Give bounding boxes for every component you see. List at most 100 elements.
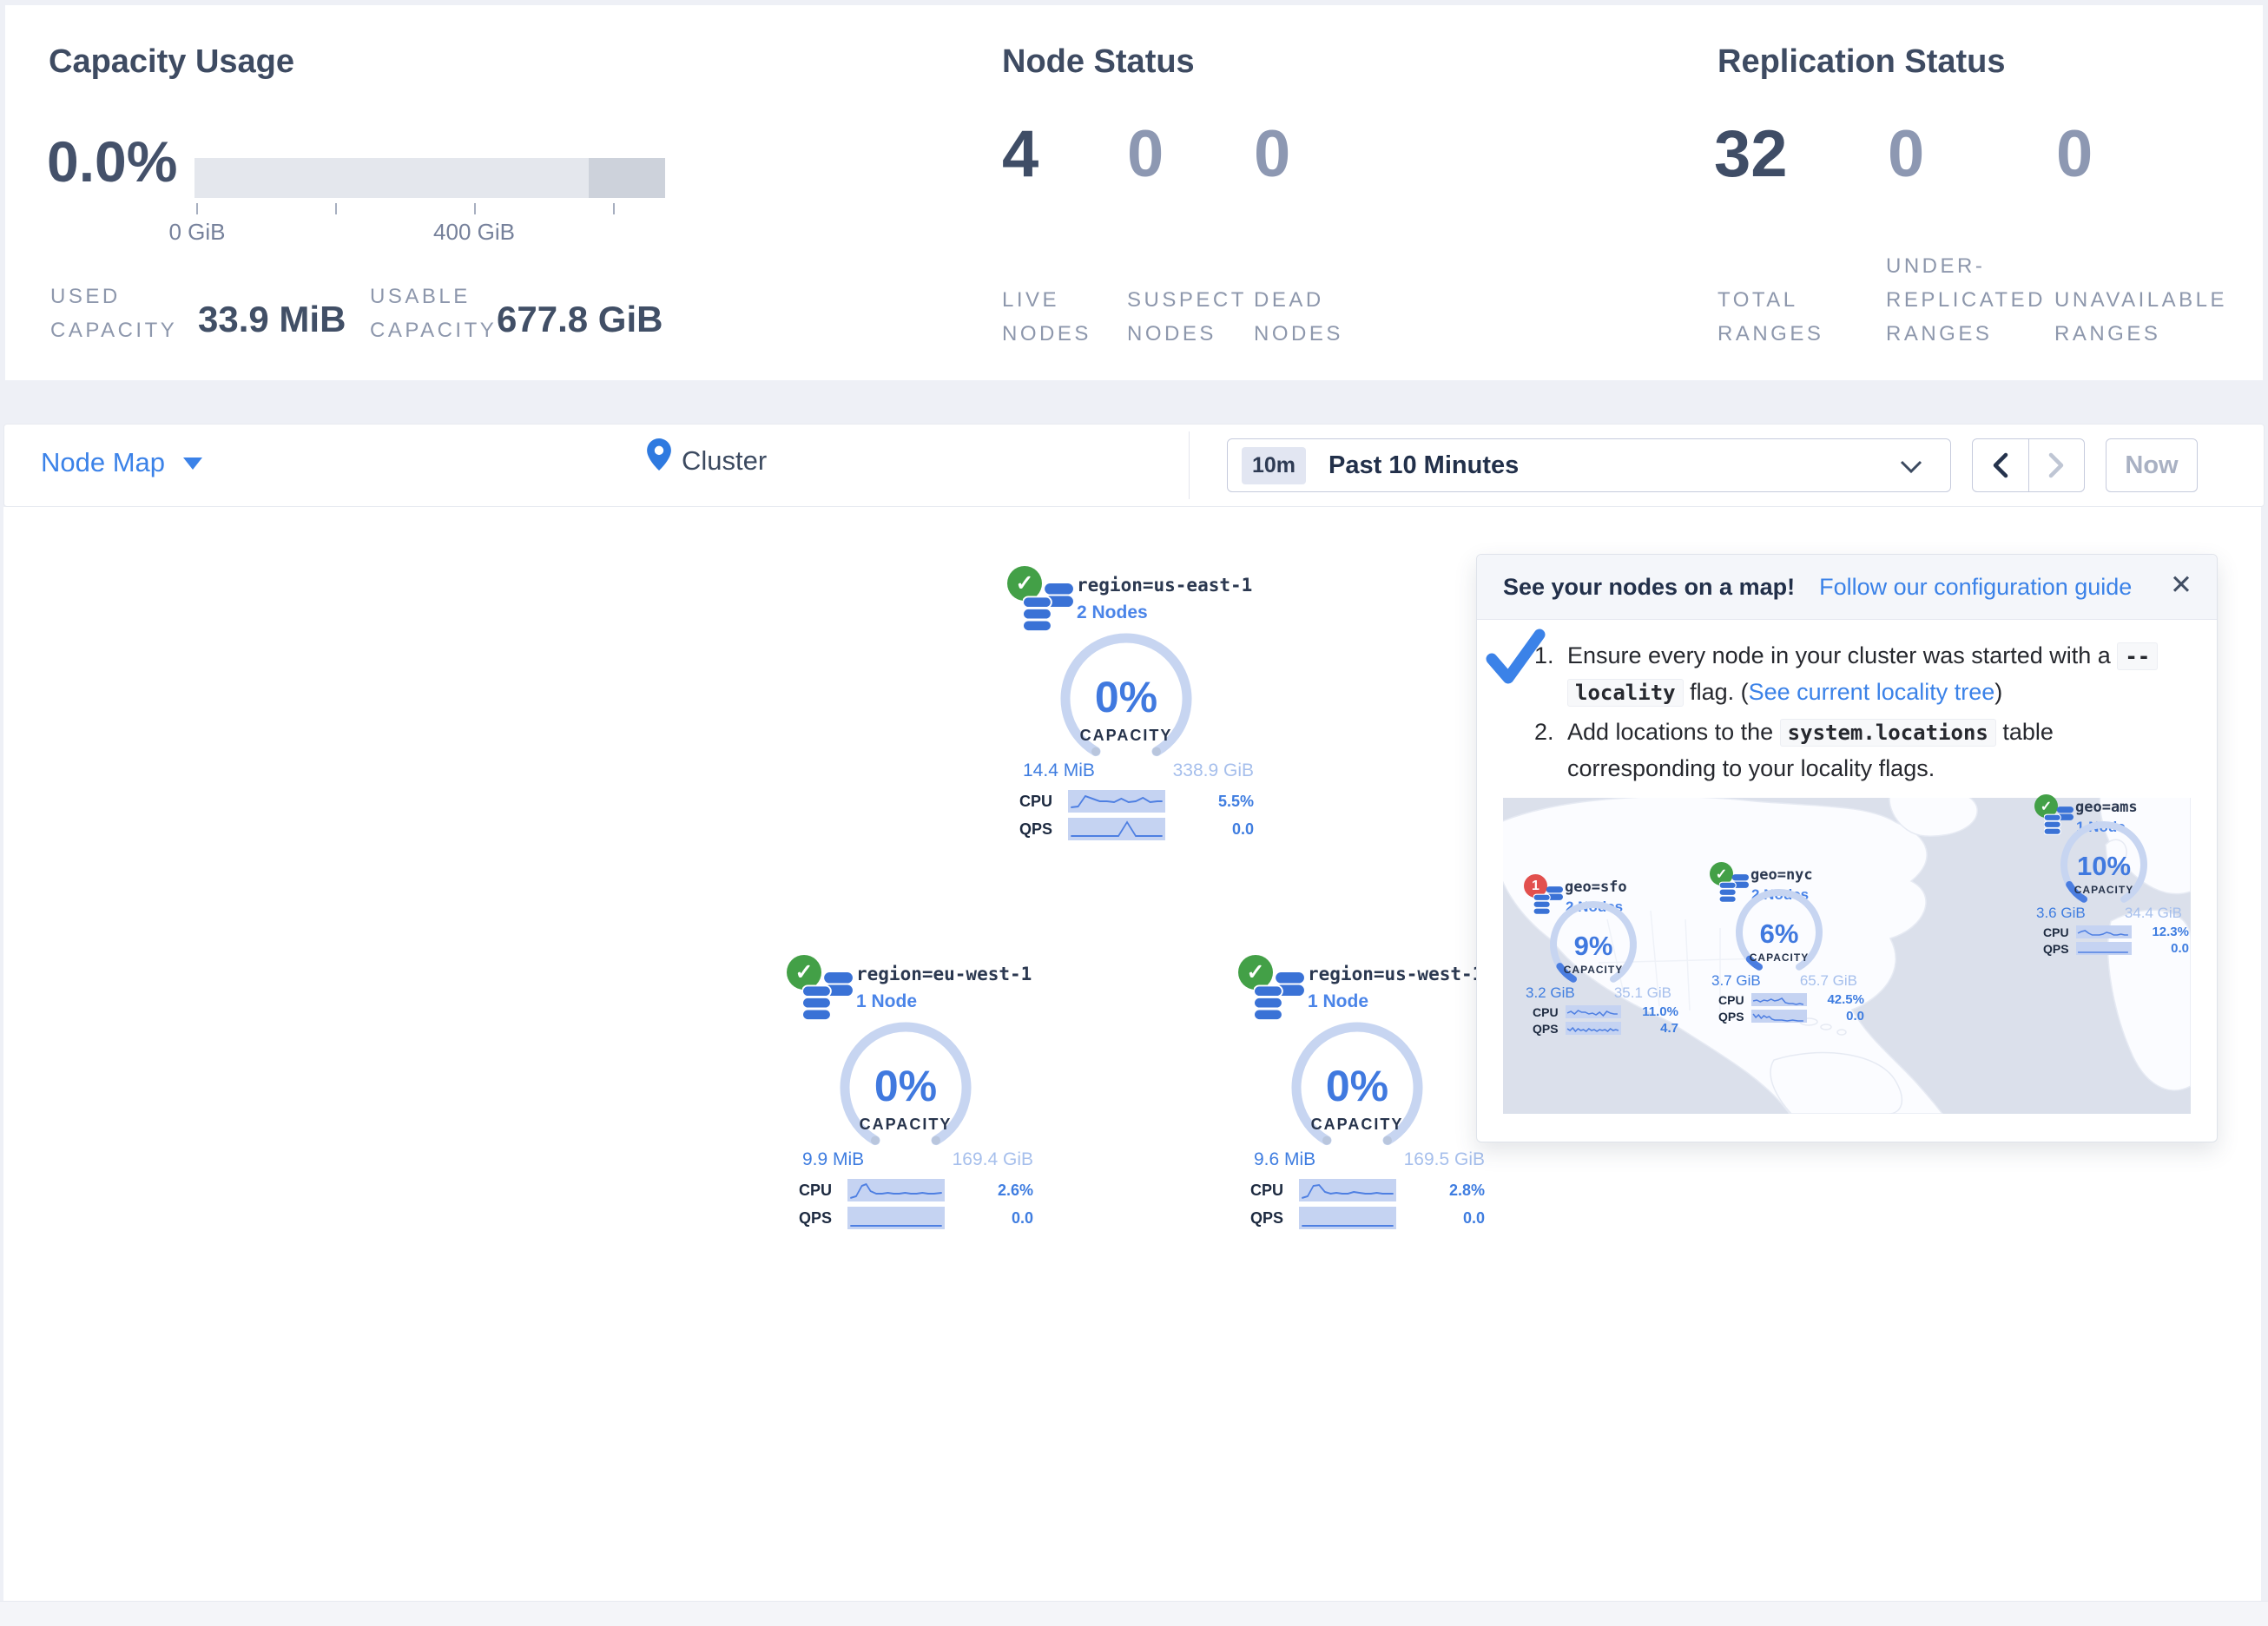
dead-nodes-count: 0 [1254, 116, 1290, 192]
map-configuration-panel: See your nodes on a map! Follow our conf… [1476, 554, 2218, 1142]
capacity-total-value: 169.4 GiB [953, 1149, 1033, 1170]
total-ranges-count: 32 [1714, 116, 1788, 192]
capacity-percent: 0% [836, 1061, 975, 1111]
capacity-percent: 0% [1057, 672, 1196, 722]
step-text: flag. ( [1684, 679, 1749, 705]
step-text: Add locations to the [1567, 719, 1780, 745]
close-icon[interactable]: ✕ [2170, 569, 2192, 601]
cpu-label: CPU [799, 1182, 847, 1200]
database-stack-icon [802, 972, 853, 1021]
breadcrumb[interactable]: Cluster [682, 445, 767, 477]
view-selector-dropdown[interactable]: Node Map [41, 447, 165, 478]
time-range-select[interactable]: 10m Past 10 Minutes [1227, 438, 1951, 492]
cpu-value: 42.5% [1807, 992, 1864, 1007]
capacity-total-value: 34.4 GiB [2125, 905, 2182, 922]
region-card-us-west-1[interactable]: ✓ region=us-west-1 1 Node 0% CAPACITY 9.… [1235, 951, 1504, 1299]
capacity-label: CAPACITY [1727, 951, 1831, 964]
qps-label: QPS [2043, 942, 2076, 956]
code-chip: locality [1567, 679, 1684, 707]
step-text: ) [1994, 679, 2002, 705]
axis-tick [335, 203, 337, 214]
unavailable-ranges-label: UNAVAILABLE RANGES [2054, 283, 2237, 351]
capacity-used-value: 9.9 MiB [802, 1149, 864, 1170]
qps-sparkline [2076, 942, 2132, 955]
nodemap-toolbar: Node Map Cluster 10m Past 10 Minutes [3, 424, 2265, 507]
qps-sparkline [1299, 1207, 1396, 1229]
step-number: 2. [1534, 714, 1567, 787]
unavailable-ranges-count: 0 [2056, 116, 2093, 192]
region-card-eu-west-1[interactable]: ✓ region=eu-west-1 1 Node 0% CAPACITY 9.… [783, 951, 1052, 1299]
map-cluster-geo-ams[interactable]: ✓ geo=ams 1 Node 10% CAPACITY 3.6 GiB 34… [2029, 775, 2212, 958]
qps-value: 0.0 [2132, 941, 2189, 956]
qps-value: 4.7 [1621, 1021, 1678, 1036]
axis-tick [474, 203, 476, 214]
under-replicated-ranges-label: UNDER-REPLICATED RANGES [1886, 249, 2060, 351]
cpu-label: CPU [1250, 1182, 1299, 1200]
capacity-used-value: 14.4 MiB [1023, 760, 1095, 781]
time-next-button[interactable] [2029, 439, 2085, 491]
capacity-used-value: 3.2 GiB [1526, 984, 1575, 1002]
capacity-total-value: 35.1 GiB [1614, 984, 1671, 1002]
cpu-sparkline [1068, 790, 1165, 813]
region-node-count: 2 Nodes [1077, 602, 1148, 623]
chevron-down-icon [1900, 460, 1922, 474]
qps-value: 0.0 [1807, 1009, 1864, 1024]
qps-label: QPS [1718, 1010, 1751, 1024]
panel-instructions: 1. Ensure every node in your cluster was… [1534, 638, 2203, 790]
axis-tick-label: 400 GiB [433, 219, 515, 246]
qps-sparkline [1566, 1022, 1621, 1035]
time-range-label: Past 10 Minutes [1328, 451, 1519, 480]
dead-nodes-label: DEAD NODES [1254, 283, 1367, 351]
region-node-count: 1 Node [1308, 991, 1368, 1012]
map-cluster-geo-sfo[interactable]: 1 geo=sfo 2 Nodes 9% CAPACITY 3.2 GiB 35… [1519, 855, 1701, 1037]
suspect-nodes-count: 0 [1127, 116, 1164, 192]
capacity-usage-bar [194, 158, 665, 198]
suspect-nodes-label: SUSPECT NODES [1127, 283, 1266, 351]
caret-down-icon[interactable] [183, 458, 202, 470]
capacity-percent: 0% [1288, 1061, 1427, 1111]
live-nodes-label: LIVE NODES [1002, 283, 1115, 351]
page-footer-strip [0, 1601, 2268, 1626]
axis-tick [196, 203, 198, 214]
axis-tick [613, 203, 615, 214]
used-capacity-label: USED CAPACITY [50, 280, 198, 347]
now-button[interactable]: Now [2106, 438, 2198, 492]
locality-tree-link[interactable]: See current locality tree [1749, 679, 1995, 705]
cpu-value: 11.0% [1621, 1004, 1678, 1019]
qps-sparkline [1751, 1010, 1807, 1023]
total-ranges-label: TOTAL RANGES [1717, 283, 1839, 351]
region-title: region=us-east-1 [1077, 575, 1252, 596]
cpu-sparkline [2076, 925, 2132, 938]
configuration-guide-link[interactable]: Follow our configuration guide [1819, 574, 2132, 601]
used-capacity-value: 33.9 MiB [198, 299, 346, 340]
capacity-used-value: 3.6 GiB [2036, 905, 2086, 922]
capacity-bar-reserved-segment [589, 158, 665, 198]
step-number: 1. [1534, 638, 1567, 711]
cpu-value: 2.6% [945, 1182, 1033, 1200]
cockroachdb-cluster-overview: Capacity Usage 0.0% 0 GiB 400 GiB USED C… [0, 0, 2268, 1625]
capacity-percent: 9% [1541, 931, 1645, 962]
capacity-label: CAPACITY [2052, 884, 2156, 896]
capacity-percent: 10% [2052, 851, 2156, 882]
qps-value: 0.0 [945, 1209, 1033, 1228]
capacity-used-value: 3.7 GiB [1711, 972, 1761, 990]
node-status-title: Node Status [1002, 43, 1195, 81]
code-chip: system.locations [1780, 719, 1996, 747]
region-node-count: 1 Node [856, 991, 917, 1012]
example-node-map: 1 geo=sfo 2 Nodes 9% CAPACITY 3.2 GiB 35… [1503, 798, 2191, 1114]
qps-value: 0.0 [1165, 820, 1254, 839]
cpu-label: CPU [1533, 1005, 1566, 1019]
under-replicated-ranges-count: 0 [1888, 116, 1924, 192]
capacity-label: CAPACITY [1288, 1116, 1427, 1134]
time-prev-button[interactable] [1973, 439, 2028, 491]
capacity-used-percent: 0.0% [47, 128, 177, 194]
region-card-us-east-1[interactable]: ✓ region=us-east-1 2 Nodes 0% CAPACITY 1… [1004, 563, 1273, 910]
capacity-total-value: 169.5 GiB [1404, 1149, 1485, 1170]
capacity-label: CAPACITY [1057, 727, 1196, 745]
panel-title: See your nodes on a map! [1503, 574, 1795, 601]
replication-status-title: Replication Status [1717, 43, 2006, 81]
cpu-value: 2.8% [1396, 1182, 1485, 1200]
map-cluster-geo-nyc[interactable]: ✓ geo=nyc 2 Nodes 6% CAPACITY 3.7 GiB 65… [1704, 843, 1887, 1025]
location-pin-icon [647, 438, 671, 471]
instruction-step-1: 1. Ensure every node in your cluster was… [1534, 638, 2203, 711]
